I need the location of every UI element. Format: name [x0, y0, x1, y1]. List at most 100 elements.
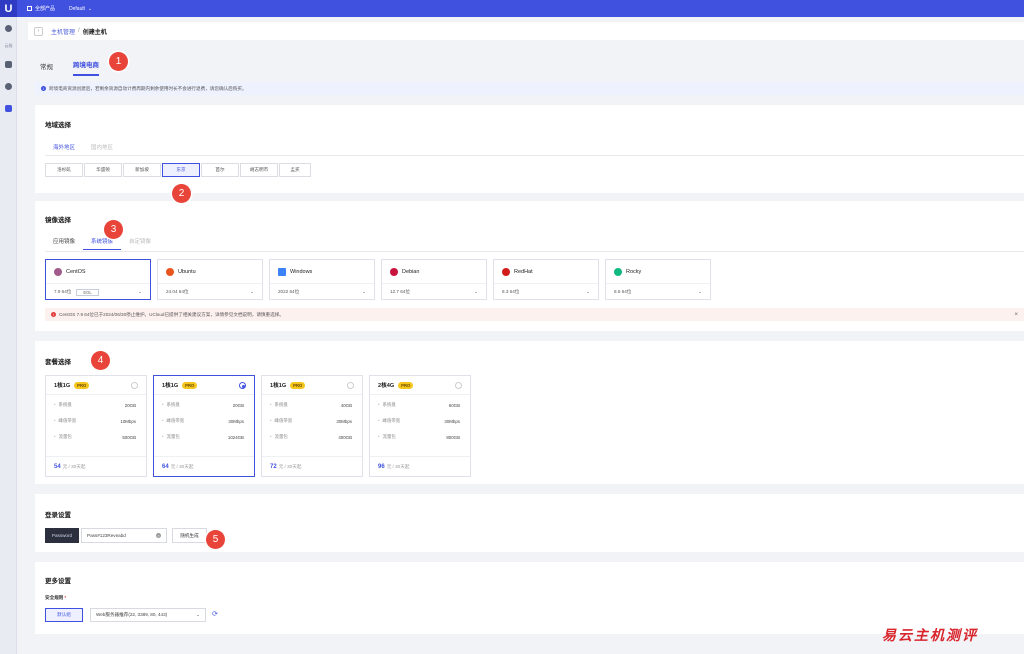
region-item[interactable]: 新加坡 — [123, 163, 161, 177]
plan-list: 1核1GPRO 系统盘20GB 峰值带宽10Mbps 流量包500GB 54元 … — [45, 375, 477, 477]
sg-default-tag[interactable]: 默认组 — [45, 608, 83, 622]
server-icon — [5, 60, 12, 68]
os-card-rocky[interactable]: Rocky 8.5 64位 ⌄ — [605, 259, 711, 300]
back-button[interactable]: ‹ — [34, 26, 43, 36]
spec-bandwidth: 30Mbps — [228, 418, 244, 424]
breadcrumb: ‹ 主机管理 / 创建主机 — [28, 22, 1024, 40]
sg-label: 安全规则* — [45, 595, 66, 601]
os-card-centos[interactable]: CentOS 7.9 64位 EOL ⌄ — [45, 259, 151, 300]
rail-item-hosts[interactable] — [0, 53, 17, 75]
chevron-down-icon[interactable]: ⌄ — [474, 289, 478, 295]
tab-app-image[interactable]: 应用镜像 — [45, 237, 83, 250]
os-version[interactable]: 2022 64位 — [278, 289, 299, 295]
pro-badge: PRO — [290, 381, 306, 389]
spec-bandwidth: 30Mbps — [336, 418, 352, 424]
os-name: Debian — [402, 268, 420, 275]
warning-icon: ! — [51, 312, 56, 317]
os-name: Windows — [290, 268, 313, 275]
plan-card[interactable]: 1核1GPRO 系统盘 40GB 峰值带宽 30Mbps 流量包 400GB 72元 … — [261, 375, 363, 477]
centos-icon — [54, 267, 62, 276]
region-item[interactable]: 首尔 — [201, 163, 239, 177]
spec-traffic: 800GB — [446, 434, 460, 440]
login-title: 登录设置 — [45, 512, 71, 519]
chevron-down-icon[interactable]: ⌄ — [698, 289, 702, 295]
required-mark: * — [64, 595, 67, 600]
spec-disk: 60GB — [448, 402, 460, 408]
breadcrumb-parent[interactable]: 主机管理 — [51, 27, 75, 36]
project-selector[interactable]: Default ⌄ — [69, 6, 92, 12]
image-tab-divider — [45, 251, 1024, 252]
rail-item-monitor[interactable] — [0, 75, 17, 97]
rocky-icon — [614, 267, 622, 276]
plan-radio[interactable] — [131, 382, 138, 389]
plan-name: 2核4G — [378, 383, 395, 389]
chevron-down-icon[interactable]: ⌄ — [250, 289, 254, 295]
tab-cross-border[interactable]: 跨境电商 — [73, 59, 99, 76]
close-icon[interactable]: × — [1014, 312, 1018, 318]
login-section: 登录设置 Password Pass#123Reveabd × 随机生成 — [35, 494, 1024, 552]
rail-item-list[interactable] — [0, 97, 17, 119]
grid-icon — [27, 6, 32, 11]
tab-regular[interactable]: 常规 — [40, 61, 53, 76]
spec-traffic: 1024GB — [227, 434, 244, 440]
chevron-down-icon: ⌄ — [87, 5, 93, 12]
eol-badge: EOL — [76, 288, 99, 296]
plan-name: 1核1G — [162, 383, 179, 389]
os-card-redhat[interactable]: RedHat 8.3 64位 ⌄ — [493, 259, 599, 300]
main-tabs: 常规 跨境电商 — [28, 48, 1024, 76]
plan-card[interactable]: 1核1GPRO 系统盘 20GB 峰值带宽 10Mbps 流量包 500GB 54元 … — [45, 375, 147, 477]
region-item[interactable]: 孟买 — [279, 163, 311, 177]
os-name: Rocky — [626, 268, 642, 275]
chevron-down-icon[interactable]: ⌄ — [138, 289, 142, 295]
notice-bar: i 跨境电商资源创建后，若剩余资源自动计费周期内剩余使用时长不会进行退费，请您确… — [35, 82, 1024, 95]
spec-bandwidth: 10Mbps — [120, 418, 136, 424]
rail-item-shield[interactable] — [0, 17, 17, 39]
region-item-selected[interactable]: 东京 — [162, 163, 200, 177]
region-title: 地域选择 — [45, 122, 71, 129]
plan-radio[interactable] — [239, 382, 246, 389]
spec-disk: 20GB — [124, 402, 136, 408]
plan-card-selected[interactable]: 1核1GPRO 系统盘 20GB 峰值带宽 30Mbps 流量包 1024GB 64元… — [153, 375, 255, 477]
all-products-menu[interactable]: 全部产品 — [27, 5, 55, 12]
plan-radio[interactable] — [455, 382, 462, 389]
plan-radio[interactable] — [347, 382, 354, 389]
os-card-debian[interactable]: Debian 12.7 64位 ⌄ — [381, 259, 487, 300]
os-version[interactable]: 12.7 64位 — [390, 289, 410, 295]
clear-icon[interactable]: × — [156, 533, 161, 538]
os-version[interactable]: 8.3 64位 — [502, 289, 519, 295]
generate-password-button[interactable]: 随机生成 — [172, 528, 207, 543]
region-item[interactable]: 华盛顿 — [84, 163, 122, 177]
region-item[interactable]: 洛杉矶 — [45, 163, 83, 177]
os-version[interactable]: 24.04 64位 — [166, 289, 188, 295]
left-rail: 云服 — [0, 17, 17, 654]
step-marker: 4 — [91, 351, 110, 370]
spec-key: 流量包 — [270, 434, 288, 440]
logo[interactable]: U — [0, 0, 17, 17]
plan-card[interactable]: 2核4GPRO 系统盘 60GB 峰值带宽 30Mbps 流量包 800GB 96元 … — [369, 375, 471, 477]
os-version[interactable]: 7.9 64位 — [54, 289, 71, 295]
region-item[interactable]: 胡志明市 — [240, 163, 278, 177]
image-title: 镜像选择 — [45, 217, 71, 224]
os-card-windows[interactable]: Windows 2022 64位 ⌄ — [269, 259, 375, 300]
password-input[interactable]: Pass#123Reveabd × — [81, 528, 167, 543]
region-list: 洛杉矶 华盛顿 新加坡 东京 首尔 胡志明市 孟买 — [45, 163, 312, 177]
tab-custom-image[interactable]: 自定镜像 — [121, 237, 159, 250]
refresh-icon[interactable]: ⟳ — [212, 610, 218, 618]
os-card-ubuntu[interactable]: Ubuntu 24.04 64位 ⌄ — [157, 259, 263, 300]
chevron-down-icon[interactable]: ⌄ — [586, 289, 590, 295]
list-icon — [5, 104, 12, 112]
image-section: 镜像选择 应用镜像 系统镜像 自定镜像 CentOS 7.9 64位 EOL ⌄ U… — [35, 201, 1024, 331]
tab-system-image[interactable]: 系统镜像 — [83, 237, 122, 250]
watermark: 易云主机测评 — [882, 628, 978, 644]
sg-select[interactable]: Web服务器推荐(22, 3389, 80, 443) ⌄ — [90, 608, 206, 622]
shield-icon — [5, 24, 12, 32]
plan-price: 64 — [162, 463, 169, 470]
os-name: Ubuntu — [178, 268, 196, 275]
password-mode-button[interactable]: Password — [45, 528, 79, 543]
chevron-down-icon[interactable]: ⌄ — [362, 289, 366, 295]
spec-key: 系统盘 — [162, 402, 180, 408]
sg-label-text: 安全规则 — [45, 595, 64, 600]
os-version[interactable]: 8.5 64位 — [614, 289, 631, 295]
price-unit: 元 / 30天起 — [62, 463, 86, 469]
spec-bandwidth: 30Mbps — [444, 418, 460, 424]
